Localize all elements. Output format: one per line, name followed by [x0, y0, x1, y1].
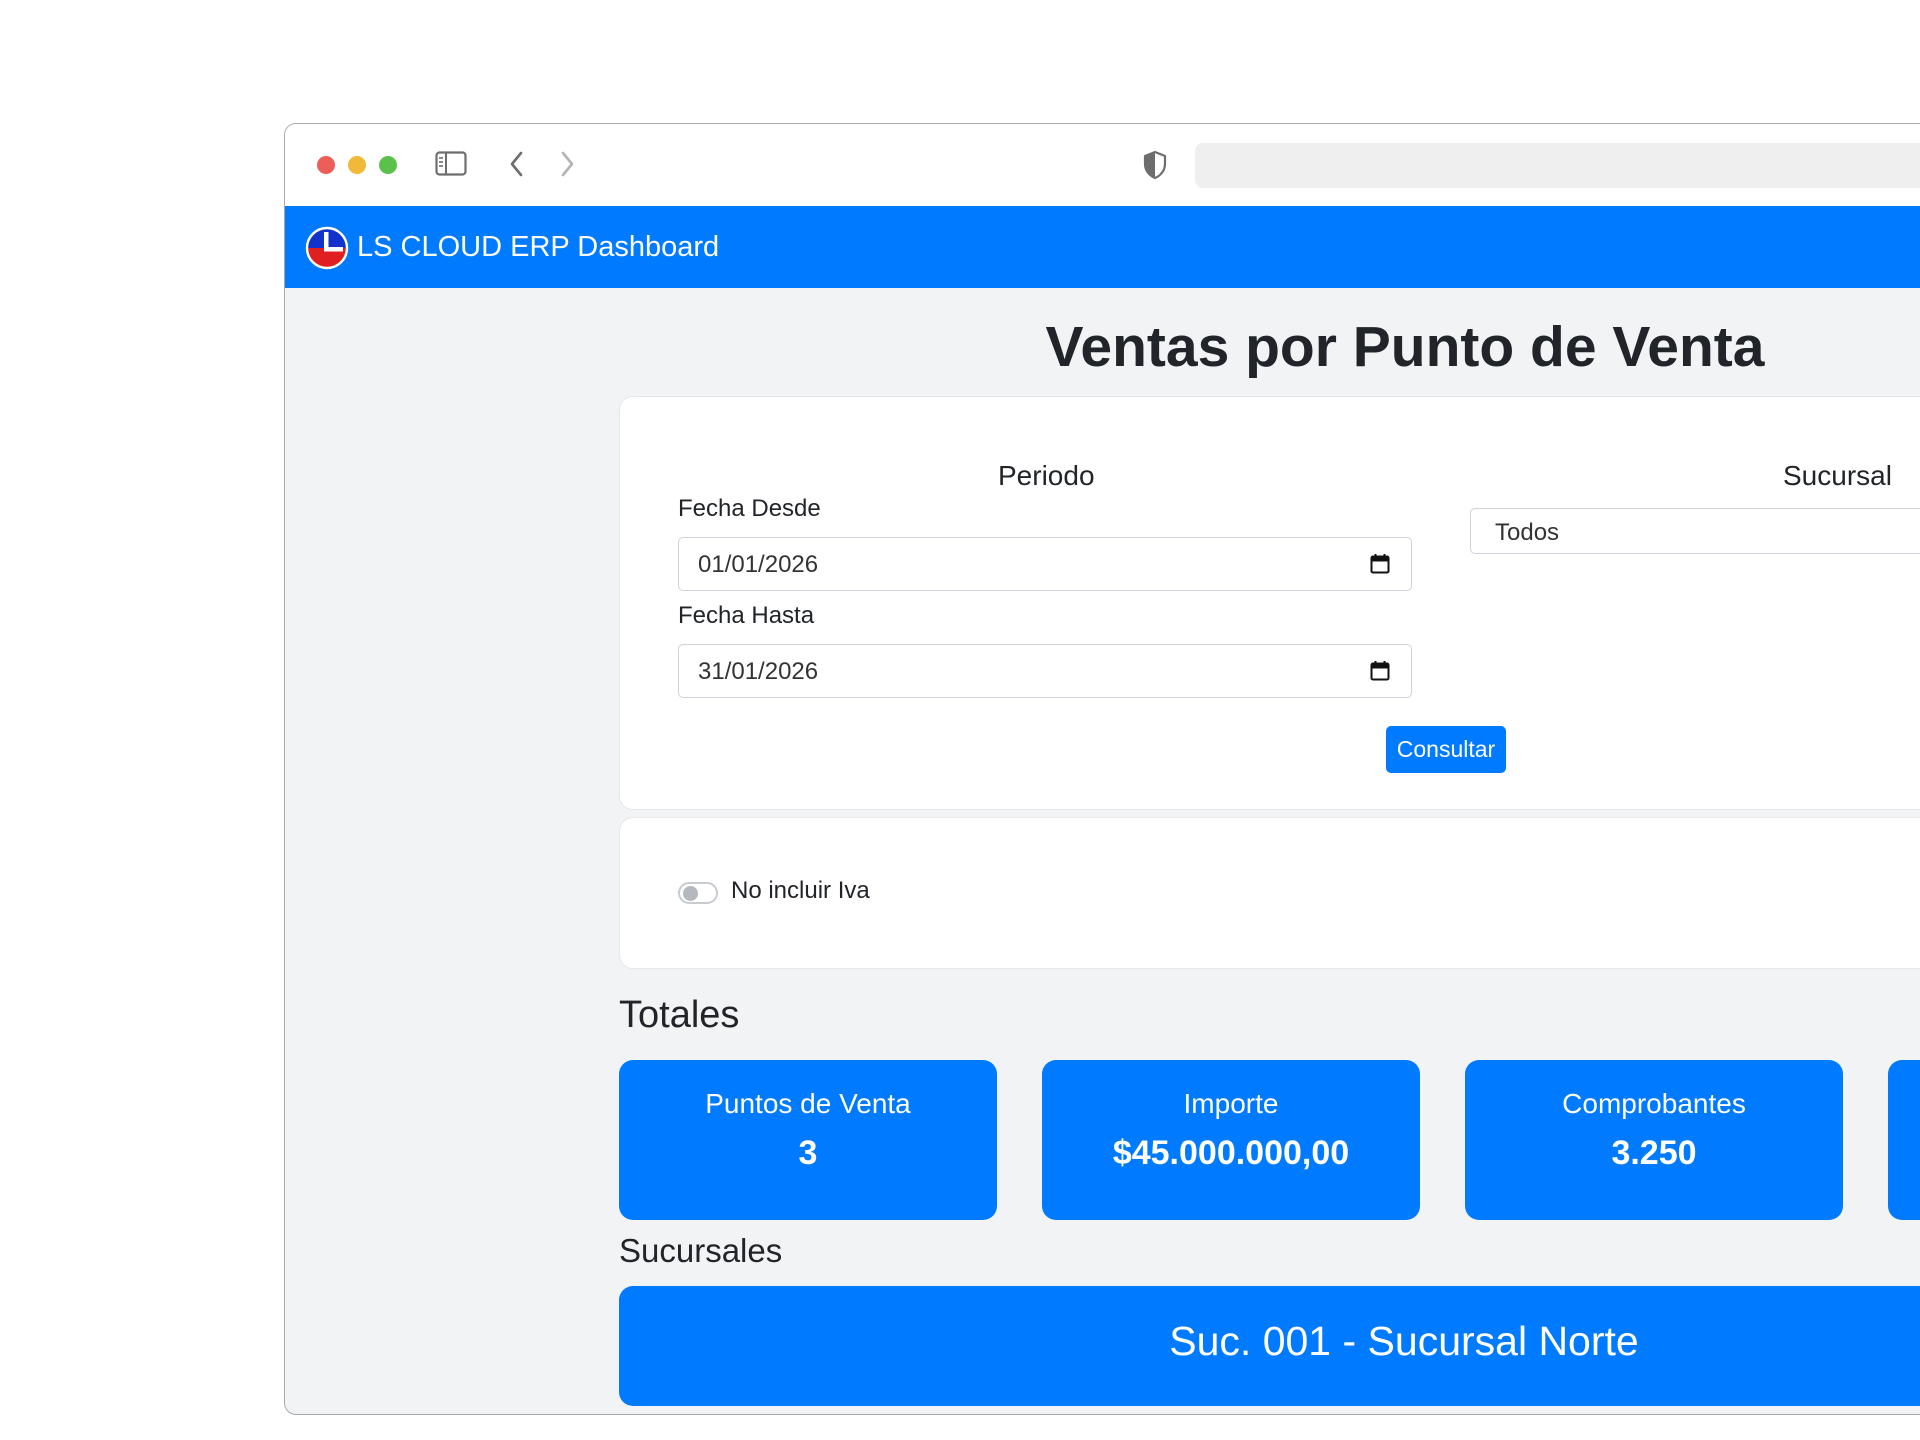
calendar-icon[interactable]	[1370, 660, 1390, 682]
stat-card-puntos-de-venta: Puntos de Venta 3	[619, 1060, 997, 1220]
toggle-knob	[683, 886, 698, 901]
sucursal-heading: Sucursal	[1783, 460, 1892, 491]
filter-card: Periodo Fecha Desde 01/01/2026 Fecha Has…	[619, 396, 1920, 810]
browser-window: LS CLOUD ERP Dashboard Ventas por Punto …	[284, 123, 1920, 1415]
app-navbar: LS CLOUD ERP Dashboard	[285, 206, 1920, 288]
fecha-desde-input[interactable]: 01/01/2026	[678, 537, 1412, 591]
forward-icon[interactable]	[557, 149, 577, 179]
brand-link[interactable]: LS CLOUD ERP Dashboard	[357, 206, 719, 288]
address-bar[interactable]	[1195, 143, 1920, 188]
no-iva-toggle[interactable]	[678, 882, 718, 904]
consultar-button[interactable]: Consultar	[1386, 726, 1506, 773]
no-iva-label: No incluir Iva	[731, 877, 870, 904]
sucursal-selected-value: Todos	[1495, 519, 1560, 546]
stat-value: 3.250	[1611, 1134, 1697, 1172]
fecha-hasta-value: 31/01/2026	[698, 658, 819, 685]
stat-label: Comprobantes	[1562, 1088, 1746, 1119]
sucursal-select[interactable]: Todos	[1470, 508, 1920, 554]
back-icon[interactable]	[507, 149, 527, 179]
fecha-desde-label: Fecha Desde	[678, 495, 821, 522]
stat-label: Importe	[1183, 1088, 1279, 1119]
stat-value: 3	[798, 1134, 818, 1172]
minimize-window-button[interactable]	[348, 156, 366, 174]
fecha-desde-value: 01/01/2026	[698, 551, 819, 578]
close-window-button[interactable]	[317, 156, 335, 174]
stat-card-partial	[1888, 1060, 1920, 1220]
stat-value: $45.000.000,00	[1112, 1134, 1350, 1172]
totales-heading: Totales	[619, 994, 740, 1036]
shield-icon[interactable]	[1143, 150, 1167, 180]
stat-card-comprobantes: Comprobantes 3.250	[1465, 1060, 1843, 1220]
browser-toolbar	[285, 124, 1920, 206]
maximize-window-button[interactable]	[379, 156, 397, 174]
branch-name: Suc. 001 - Sucursal Norte	[1169, 1318, 1639, 1364]
sidebar-icon[interactable]	[435, 151, 467, 177]
sucursales-heading: Sucursales	[619, 1232, 783, 1269]
ls-logo-icon[interactable]	[305, 226, 349, 270]
fecha-hasta-label: Fecha Hasta	[678, 602, 815, 629]
periodo-heading: Periodo	[998, 460, 1095, 491]
calendar-icon[interactable]	[1370, 553, 1390, 575]
stat-card-importe: Importe $45.000.000,00	[1042, 1060, 1420, 1220]
options-card: No incluir Iva	[619, 817, 1920, 969]
page-title: Ventas por Punto de Venta	[1045, 315, 1765, 379]
fecha-hasta-input[interactable]: 31/01/2026	[678, 644, 1412, 698]
stat-label: Puntos de Venta	[705, 1088, 911, 1119]
branch-card[interactable]: Suc. 001 - Sucursal Norte	[619, 1286, 1920, 1406]
